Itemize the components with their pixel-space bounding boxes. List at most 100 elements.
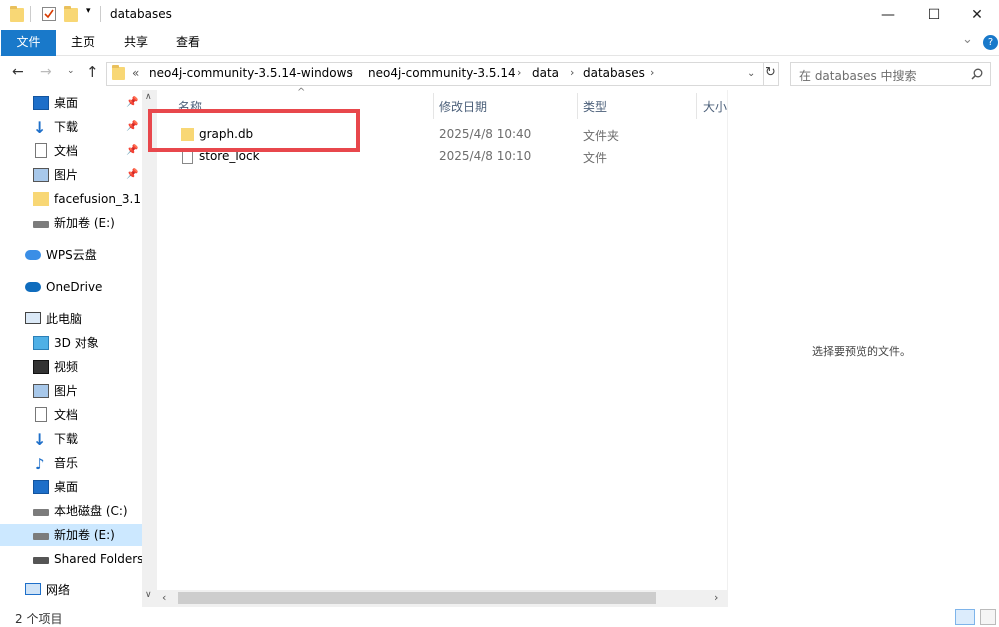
address-bar[interactable]: « neo4j-community-3.5.14-windows › neo4j… — [106, 62, 779, 86]
breadcrumb-neo4j-windows[interactable]: neo4j-community-3.5.14-windows — [149, 66, 353, 80]
expand-ribbon-icon[interactable]: ⌄ — [962, 32, 973, 47]
file-date: 2025/4/8 10:40 — [439, 127, 532, 141]
address-row: ← → ⌄ ↑ « neo4j-community-3.5.14-windows… — [0, 58, 999, 88]
nav-item-pc-documents[interactable]: 文档 — [0, 404, 142, 426]
minimize-button[interactable]: — — [865, 0, 911, 30]
new-folder-icon[interactable] — [64, 6, 78, 22]
pin-icon: 📌 — [126, 97, 139, 108]
nav-item-drive-c[interactable]: 本地磁盘 (C:) — [0, 500, 142, 522]
drive-icon — [33, 221, 49, 228]
recent-locations-icon[interactable]: ⌄ — [67, 66, 75, 76]
search-input[interactable]: 在 databases 中搜索 — [799, 67, 917, 84]
nav-item-facefusion[interactable]: facefusion_3.1.1 — [0, 188, 142, 210]
network-drive-icon — [33, 557, 49, 564]
scrollbar-thumb[interactable] — [178, 592, 656, 604]
folder-icon — [112, 65, 125, 80]
divider — [100, 6, 101, 22]
chevron-right-icon[interactable]: › — [349, 66, 353, 79]
download-icon: ↓ — [33, 430, 47, 449]
chevron-right-icon[interactable]: › — [570, 66, 574, 79]
scroll-down-icon[interactable]: ∨ — [145, 590, 152, 600]
breadcrumb-neo4j[interactable]: neo4j-community-3.5.14 — [368, 66, 516, 80]
file-type: 文件夹 — [583, 129, 620, 143]
desktop-icon — [33, 480, 49, 494]
search-icon[interactable] — [971, 68, 983, 80]
chevron-right-icon[interactable]: › — [650, 66, 654, 79]
file-list: ^ 名称 修改日期 类型 大小 graph.db 2025/4/8 10:40 … — [148, 87, 727, 607]
address-dropdown-icon[interactable]: ⌄ — [747, 68, 755, 79]
column-header-date[interactable]: 修改日期 — [439, 98, 487, 115]
pin-icon: 📌 — [126, 145, 139, 156]
nav-item-documents[interactable]: 文档 📌 — [0, 140, 142, 162]
nav-item-pictures[interactable]: 图片 📌 — [0, 164, 142, 186]
back-icon[interactable]: ← — [12, 64, 24, 80]
nav-item-downloads[interactable]: ↓ 下载 📌 — [0, 116, 142, 138]
properties-icon[interactable] — [42, 7, 56, 21]
close-button[interactable]: ✕ — [954, 0, 999, 30]
nav-item-videos[interactable]: 视频 — [0, 356, 142, 378]
music-icon: ♪ — [35, 455, 45, 473]
file-date: 2025/4/8 10:10 — [439, 149, 532, 163]
help-icon[interactable]: ? — [983, 35, 998, 50]
customize-quick-access-icon[interactable]: ▾ — [86, 6, 91, 16]
document-icon — [35, 407, 47, 422]
network-icon — [25, 583, 41, 595]
breadcrumb-databases[interactable]: databases — [583, 66, 645, 80]
pin-icon: 📌 — [126, 169, 139, 180]
chevron-right-icon[interactable]: › — [517, 66, 521, 79]
details-view-icon[interactable] — [955, 609, 975, 625]
nav-item-drive-e[interactable]: 新加卷 (E:) — [0, 212, 142, 234]
nav-item-3d-objects[interactable]: 3D 对象 — [0, 332, 142, 354]
divider — [763, 62, 764, 86]
onedrive-icon — [25, 282, 41, 292]
preview-pane: 选择要预览的文件。 — [727, 90, 999, 607]
nav-item-shared-folders[interactable]: Shared Folders — [0, 548, 142, 570]
nav-item-music[interactable]: ♪ 音乐 — [0, 452, 142, 474]
maximize-button[interactable]: ☐ — [911, 0, 957, 30]
nav-item-desktop[interactable]: 桌面 📌 — [0, 92, 142, 114]
breadcrumb-data[interactable]: data — [532, 66, 559, 80]
tab-file[interactable]: 文件 — [1, 30, 56, 56]
search-box[interactable]: 在 databases 中搜索 — [790, 62, 991, 86]
nav-item-pc-pictures[interactable]: 图片 — [0, 380, 142, 402]
nav-item-network[interactable]: 网络 — [0, 579, 142, 601]
pin-icon: 📌 — [126, 121, 139, 132]
column-divider[interactable] — [696, 93, 697, 119]
scroll-right-icon[interactable]: › — [714, 591, 718, 604]
nav-item-wps[interactable]: WPS云盘 — [0, 244, 142, 266]
column-header-size[interactable]: 大小 — [703, 98, 727, 115]
navigation-pane: 桌面 📌 ↓ 下载 📌 文档 📌 图片 📌 facefusion_3.1.1 新… — [0, 90, 157, 607]
nav-item-onedrive[interactable]: OneDrive — [0, 276, 142, 298]
file-type: 文件 — [583, 151, 608, 165]
drive-icon — [33, 509, 49, 516]
large-icons-view-icon[interactable] — [980, 609, 996, 625]
content-horizontal-scrollbar[interactable]: ‹ › — [157, 590, 727, 607]
overflow-crumb[interactable]: « — [132, 66, 139, 80]
drive-icon — [33, 533, 49, 540]
window-title: databases — [110, 7, 172, 21]
download-icon: ↓ — [33, 118, 47, 137]
status-bar: 2 个项目 — [0, 607, 999, 627]
ribbon: 文件 主页 共享 查看 ⌄ ? — [0, 30, 999, 56]
nav-scrollbar[interactable]: ∧ ∨ — [142, 90, 157, 607]
videos-icon — [33, 360, 49, 374]
3d-objects-icon — [33, 336, 49, 350]
refresh-icon[interactable]: ↻ — [765, 65, 776, 80]
highlight-box — [148, 109, 360, 152]
tab-home[interactable]: 主页 — [60, 30, 106, 56]
nav-item-pc-desktop[interactable]: 桌面 — [0, 476, 142, 498]
nav-item-pc-drive-e[interactable]: 新加卷 (E:) — [0, 524, 142, 546]
title-bar: ▾ databases — ☐ ✕ — [0, 0, 999, 30]
nav-item-pc-downloads[interactable]: ↓ 下载 — [0, 428, 142, 450]
item-count: 2 个项目 — [15, 612, 63, 626]
up-icon[interactable]: ↑ — [86, 63, 99, 81]
column-divider[interactable] — [433, 93, 434, 119]
tab-view[interactable]: 查看 — [165, 30, 211, 56]
scroll-up-icon[interactable]: ∧ — [145, 92, 152, 102]
column-divider[interactable] — [577, 93, 578, 119]
tab-share[interactable]: 共享 — [113, 30, 159, 56]
column-header-type[interactable]: 类型 — [583, 98, 607, 115]
scroll-left-icon[interactable]: ‹ — [162, 591, 166, 604]
nav-item-this-pc[interactable]: 此电脑 — [0, 308, 142, 330]
forward-icon[interactable]: → — [40, 64, 52, 80]
